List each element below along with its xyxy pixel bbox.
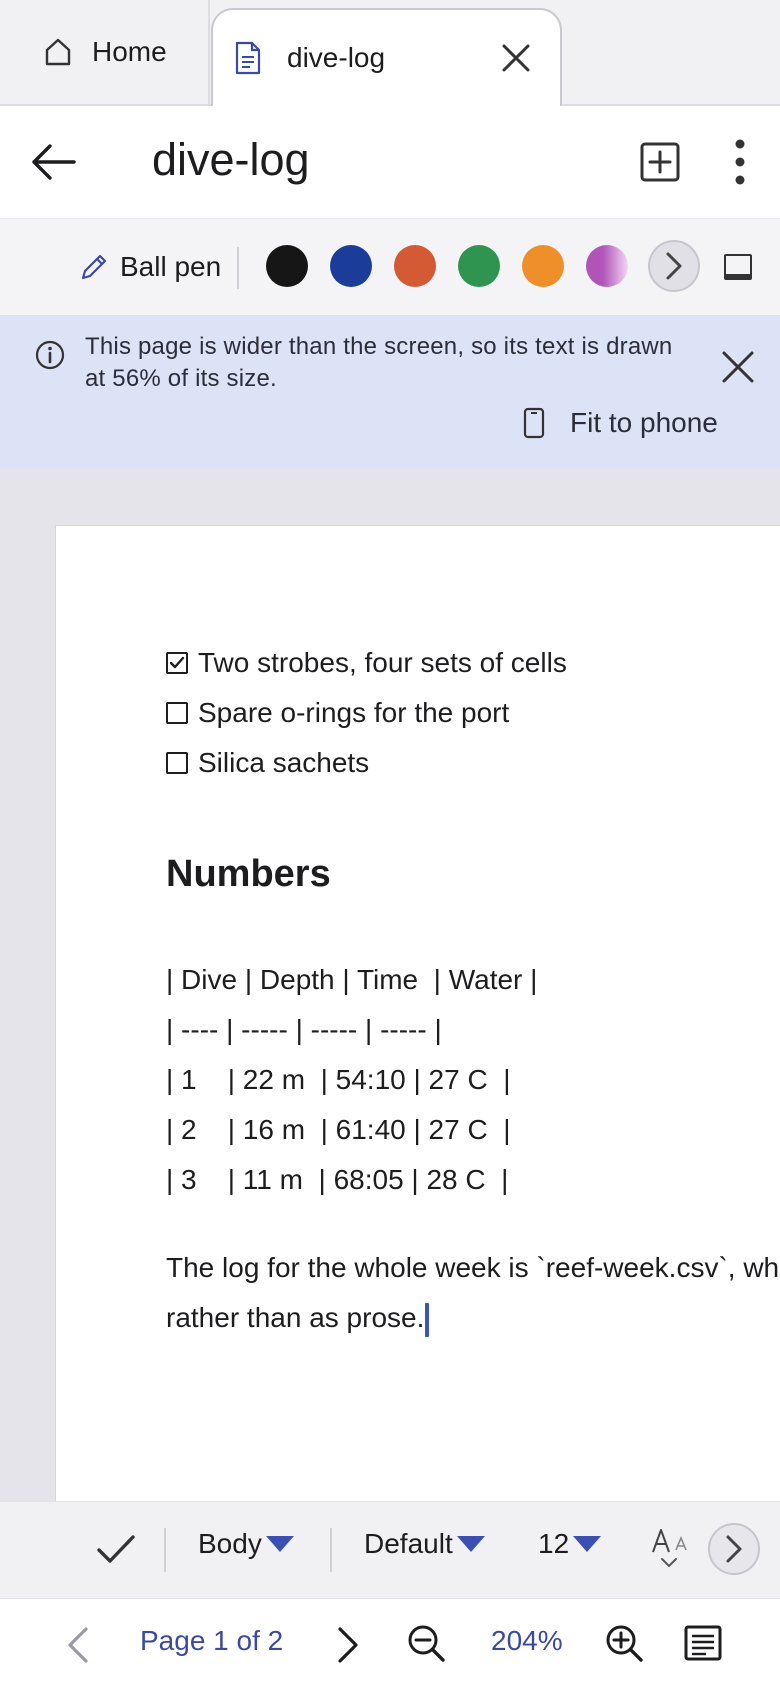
page-indicator[interactable]: Page 1 of 2	[140, 1625, 283, 1657]
pen-tool-label: Ball pen	[120, 251, 222, 282]
more-format-button[interactable]	[708, 1523, 760, 1575]
checkbox-unchecked[interactable]	[166, 752, 188, 774]
fit-to-phone-label: Fit to phone	[570, 407, 718, 438]
zoom-level[interactable]: 204%	[491, 1625, 563, 1657]
paragraph-style-dropdown[interactable]: Body	[198, 1528, 294, 1560]
table-line: | 3 | 11 m | 68:05 | 28 C |	[166, 1164, 509, 1195]
section-heading: Numbers	[166, 853, 331, 895]
checklist-item-text: Two strobes, four sets of cells	[198, 647, 567, 678]
dismiss-banner-icon[interactable]	[718, 347, 758, 387]
checkbox-unchecked[interactable]	[166, 702, 188, 724]
pen-tool-selector[interactable]: Ball pen	[78, 251, 221, 283]
checklist-item-text: Silica sachets	[198, 747, 370, 778]
chevron-right-icon	[726, 1535, 742, 1563]
fit-to-phone-button[interactable]: Fit to phone	[522, 407, 718, 439]
document-canvas[interactable]: Two strobes, four sets of cells Spare o-…	[0, 469, 780, 1525]
color-swatch-green[interactable]	[458, 245, 500, 287]
checklist-item[interactable]: Silica sachets	[166, 738, 779, 788]
divider	[330, 1528, 332, 1572]
page-content[interactable]: Two strobes, four sets of cells Spare o-…	[166, 638, 779, 1343]
chevron-right-icon	[666, 252, 682, 280]
color-swatch-blue[interactable]	[330, 245, 372, 287]
dropdown-arrow-icon	[456, 1536, 485, 1552]
checkbox-checked[interactable]	[166, 652, 188, 674]
back-arrow-icon[interactable]	[30, 140, 78, 184]
tab-strip: Home dive-log	[0, 0, 780, 106]
done-check-icon[interactable]	[95, 1532, 137, 1566]
info-icon	[35, 340, 65, 370]
dropdown-arrow-icon	[265, 1536, 294, 1552]
pen-toolbar: Ball pen	[0, 218, 780, 315]
banner-message: This page is wider than the screen, so i…	[85, 333, 673, 392]
paragraph-line-last: rather than as prose.	[166, 1293, 779, 1343]
dropdown-arrow-icon	[573, 1536, 602, 1552]
reading-view-icon[interactable]	[684, 1625, 722, 1661]
next-page-icon[interactable]	[334, 1625, 362, 1665]
zoom-in-icon[interactable]	[604, 1623, 644, 1663]
close-tab-button[interactable]	[496, 38, 536, 78]
document-title: dive-log	[152, 134, 310, 185]
document-page[interactable]: Two strobes, four sets of cells Spare o-…	[55, 525, 780, 1525]
font-dropdown[interactable]: Default	[364, 1528, 485, 1560]
paragraph-line: The log for the whole week is `reef-week…	[166, 1252, 780, 1283]
zoom-out-icon[interactable]	[406, 1623, 446, 1663]
checkmark-icon	[169, 656, 185, 669]
more-colors-button[interactable]	[648, 240, 700, 292]
more-options-icon[interactable]	[722, 136, 758, 188]
table-line: | Dive | Depth | Time | Water |	[166, 964, 538, 995]
table-line: | ---- | ----- | ----- | ----- |	[166, 1014, 442, 1045]
document-icon	[235, 41, 261, 75]
table-line: | 1 | 22 m | 54:10 | 27 C |	[166, 1064, 511, 1095]
toolbar-panel-icon[interactable]	[724, 254, 752, 280]
text-cursor	[425, 1302, 430, 1337]
tab-home-label: Home	[92, 36, 167, 67]
phone-icon	[523, 407, 545, 439]
color-swatch-black[interactable]	[266, 245, 308, 287]
tab-dive-log-label: dive-log	[287, 42, 386, 73]
previous-page-icon[interactable]	[64, 1625, 92, 1665]
font-value: Default	[364, 1528, 453, 1559]
paragraph: The log for the whole week is `reef-week…	[166, 1243, 779, 1343]
paragraph-line-text: rather than as prose.	[166, 1302, 425, 1333]
font-size-dropdown[interactable]: 12	[538, 1528, 602, 1560]
tab-home[interactable]: Home	[0, 0, 210, 104]
pen-icon	[81, 254, 107, 280]
checklist-item[interactable]: Spare o-rings for the port	[166, 688, 779, 738]
markdown-table: | Dive | Depth | Time | Water | | ---- |…	[166, 955, 779, 1205]
info-banner: This page is wider than the screen, so i…	[0, 315, 780, 469]
home-icon	[45, 38, 71, 66]
color-swatch-purple[interactable]	[586, 245, 628, 287]
checklist-item[interactable]: Two strobes, four sets of cells	[166, 638, 779, 688]
divider	[237, 247, 239, 289]
add-page-icon[interactable]	[638, 140, 682, 184]
app-window: Home dive-log dive-log Ball pen This pag…	[0, 0, 780, 1688]
table-line: | 2 | 16 m | 61:40 | 27 C |	[166, 1114, 511, 1145]
checklist-item-text: Spare o-rings for the port	[198, 697, 510, 728]
app-bar: dive-log	[0, 106, 780, 218]
close-icon	[502, 44, 530, 72]
format-toolbar: Body Default 12	[0, 1501, 780, 1598]
color-swatch-red[interactable]	[394, 245, 436, 287]
divider	[164, 1528, 166, 1572]
color-swatch-orange[interactable]	[522, 245, 564, 287]
tab-dive-log[interactable]: dive-log	[211, 8, 562, 106]
font-size-value: 12	[538, 1528, 570, 1559]
text-size-icon[interactable]	[650, 1526, 692, 1572]
page-navigation-bar: Page 1 of 2 204%	[0, 1598, 780, 1688]
paragraph-style-value: Body	[198, 1528, 262, 1559]
